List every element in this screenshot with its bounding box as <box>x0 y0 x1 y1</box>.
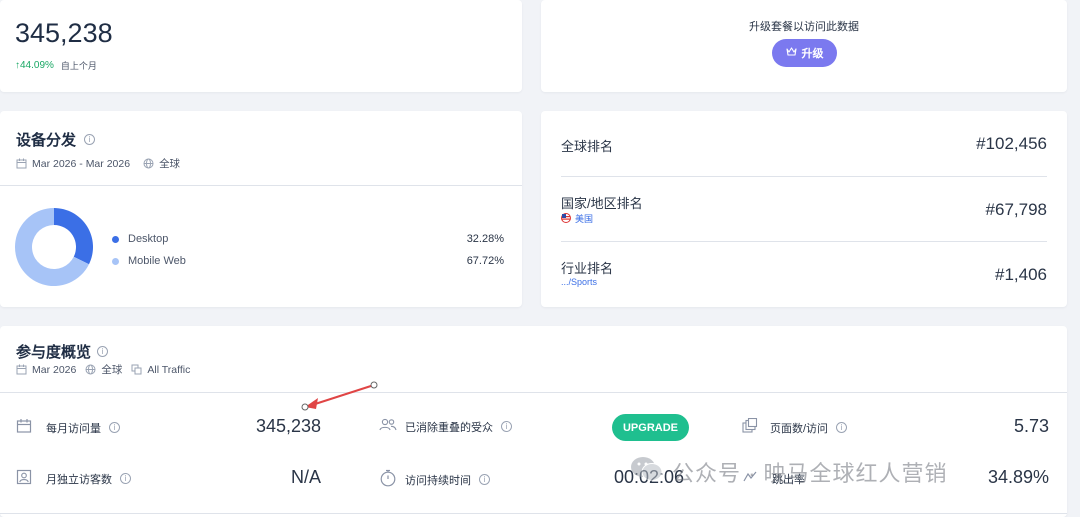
divider <box>0 513 1067 514</box>
upgrade-button[interactable]: 升级 <box>772 39 837 67</box>
device-legend: Desktop 32.28% Mobile Web 67.72% <box>112 228 504 272</box>
device-donut-chart <box>15 208 93 286</box>
pages-icon <box>742 417 758 437</box>
country-rank-value: #67,798 <box>985 200 1047 219</box>
metric-unique-visitors: 月独立访客数 i <box>16 469 131 488</box>
donut-slice-desktop[interactable] <box>54 208 93 265</box>
calendar-icon <box>16 158 27 169</box>
engagement-date: Mar 2026 <box>32 363 77 376</box>
info-icon[interactable]: i <box>836 422 848 433</box>
users-icon <box>379 418 397 435</box>
rank-row-industry: 行业排名 .../Sports #1,406 <box>561 242 1047 307</box>
metric-bounce-rate: 跳出率 <box>742 469 805 488</box>
industry-link[interactable]: .../Sports <box>561 277 597 287</box>
device-region: 全球 <box>159 158 181 170</box>
metric-dedup-audience: 已消除重叠的受众 i <box>379 418 512 435</box>
legend-dot <box>112 257 119 265</box>
metric-pages-per-visit: 页面数/访问 i <box>742 417 848 437</box>
legend-dot <box>112 235 119 243</box>
legend-item-desktop: Desktop 32.28% <box>112 228 504 250</box>
visits-change: ↑44.09% <box>15 60 54 71</box>
device-card: 设备分发 i Mar 2026 - Mar 2026 全球 Desktop 32… <box>0 111 522 307</box>
pages-value: 5.73 <box>1013 416 1049 436</box>
bounce-rate-value: 34.89% <box>987 467 1049 487</box>
unique-visitors-value: N/A <box>291 467 322 487</box>
device-title: 设备分发 <box>16 132 77 149</box>
info-icon[interactable]: i <box>120 473 131 484</box>
globe-icon <box>85 364 96 375</box>
calendar-icon <box>16 364 27 375</box>
monthly-visits-value: 345,238 <box>256 416 322 436</box>
visits-card: 345,238 ↑44.09% 自上个月 <box>0 0 522 92</box>
dedup-label: 已消除重叠的受众 <box>405 421 493 434</box>
global-rank-value: #102,456 <box>976 134 1047 153</box>
info-icon[interactable]: i <box>109 422 120 433</box>
unique-visitors-label: 月独立访客数 <box>46 473 112 486</box>
metric-visit-duration: 访问持续时间 i <box>379 469 490 490</box>
legend-label: Mobile Web <box>128 255 186 267</box>
legend-value: 32.28% <box>466 233 504 245</box>
divider <box>0 392 1067 393</box>
dedup-upgrade-button[interactable]: UPGRADE <box>612 414 689 441</box>
info-icon[interactable]: i <box>97 346 109 357</box>
bounce-rate-label: 跳出率 <box>772 473 805 486</box>
visits-value: 345,238 <box>15 18 113 48</box>
timer-icon <box>379 469 397 490</box>
pages-label: 页面数/访问 <box>770 422 829 435</box>
legend-value: 67.72% <box>466 255 504 267</box>
industry-rank-value: #1,406 <box>995 265 1047 284</box>
traffic-icon <box>131 364 142 375</box>
engagement-title: 参与度概览 <box>16 344 92 361</box>
visits-change-label: 自上个月 <box>60 61 97 71</box>
crown-icon <box>785 46 797 60</box>
upgrade-button-label: 升级 <box>801 48 824 60</box>
visit-duration-value: 00:02:06 <box>614 467 685 487</box>
global-rank-label: 全球排名 <box>561 139 614 154</box>
rank-row-country: 国家/地区排名 美国 #67,798 <box>561 177 1047 242</box>
visit-duration-label: 访问持续时间 <box>405 474 471 487</box>
legend-label: Desktop <box>128 233 169 245</box>
device-date-range: Mar 2026 - Mar 2026 <box>32 157 131 170</box>
rank-card: 全球排名 #102,456 国家/地区排名 美国 #67,798 行业排名 ..… <box>541 111 1067 307</box>
info-icon[interactable]: i <box>84 134 96 145</box>
legend-item-mobile: Mobile Web 67.72% <box>112 250 504 272</box>
rank-row-global: 全球排名 #102,456 <box>561 111 1047 177</box>
monthly-visits-label: 每月访问量 <box>46 422 101 435</box>
upgrade-card: 升级套餐以访问此数据 升级 <box>541 0 1067 92</box>
upgrade-prompt: 升级套餐以访问此数据 <box>749 21 859 33</box>
globe-icon <box>143 158 154 169</box>
person-icon <box>16 469 32 488</box>
engagement-traffic: All Traffic <box>147 363 191 376</box>
info-icon[interactable]: i <box>479 474 490 485</box>
info-icon[interactable]: i <box>501 421 512 432</box>
country-rank-label: 国家/地区排名 <box>561 196 643 211</box>
divider <box>0 185 522 186</box>
country-name-link[interactable]: 美国 <box>575 212 593 225</box>
calendar-icon <box>16 418 32 437</box>
us-flag-icon <box>561 212 571 225</box>
metric-monthly-visits: 每月访问量 i <box>16 418 120 437</box>
industry-rank-label: 行业排名 <box>561 261 614 276</box>
engagement-region: 全球 <box>101 364 123 376</box>
engagement-card: 参与度概览 i Mar 2026 全球 All Traffic 每月访问量 i … <box>0 326 1067 517</box>
bounce-icon <box>742 469 758 488</box>
